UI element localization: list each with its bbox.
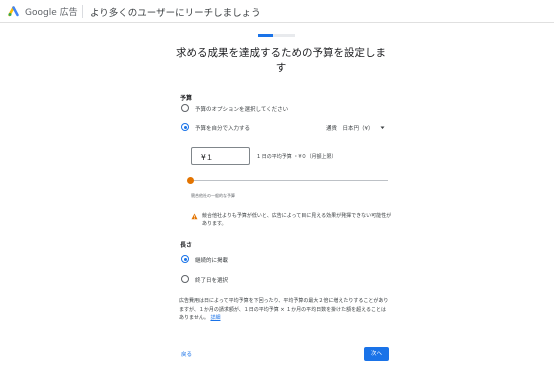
option-end-date-label: 終了日を選択 xyxy=(195,278,229,284)
budget-section-label: 予算 xyxy=(180,95,193,102)
radio-manual-budget[interactable] xyxy=(181,123,189,131)
option-manual-budget-label: 予算を自分で入力する xyxy=(195,126,251,132)
google-ads-logo-icon xyxy=(8,6,19,17)
radio-end-date[interactable] xyxy=(181,275,189,283)
learn-more-link[interactable]: 詳細 xyxy=(210,315,220,321)
currency-select[interactable]: 通貨 日本円（¥） xyxy=(326,124,374,132)
option-continuous-label: 継続的に掲載 xyxy=(195,258,229,264)
top-bar: Google 広告 より多くのユーザーにリーチしましょう xyxy=(0,0,554,23)
option-choose-budget-label: 予算のオプションを選択してください xyxy=(195,107,289,113)
radio-continuous[interactable] xyxy=(181,255,189,263)
progress-fill xyxy=(258,34,273,37)
next-button[interactable]: 次へ xyxy=(364,347,389,361)
back-button[interactable]: 戻る xyxy=(181,350,192,358)
page-title: 求める成果を達成するための予算を設定します xyxy=(176,47,386,74)
brand-name: Google 広告 xyxy=(25,8,78,18)
budget-warning-text: 競合他社よりも予算が低いと、広告によって目に見える効果が発揮できない可能性があり… xyxy=(202,213,392,227)
budget-slider-handle[interactable] xyxy=(187,177,194,184)
duration-section-label: 長さ xyxy=(180,242,193,249)
header-divider xyxy=(82,5,83,18)
budget-help-text: 広告費用は日によって平均予算を下回ったり、平均予算の最大２倍に増えたりすることが… xyxy=(179,297,391,323)
radio-choose-budget-option[interactable] xyxy=(181,104,189,112)
budget-amount-value: ¥１ xyxy=(201,153,214,162)
slider-caption: 競合他社の一般的な予算 xyxy=(191,193,235,198)
page-heading: より多くのユーザーにリーチしましょう xyxy=(90,8,261,19)
warning-icon xyxy=(191,213,198,220)
caret-down-icon[interactable] xyxy=(380,126,385,130)
budget-average-info: 1 日の平均予算 ・¥０（月額上限） xyxy=(257,154,337,160)
progress-bar xyxy=(258,34,295,37)
budget-amount-input[interactable]: ¥１ xyxy=(191,147,250,165)
budget-slider-track[interactable] xyxy=(191,180,388,181)
